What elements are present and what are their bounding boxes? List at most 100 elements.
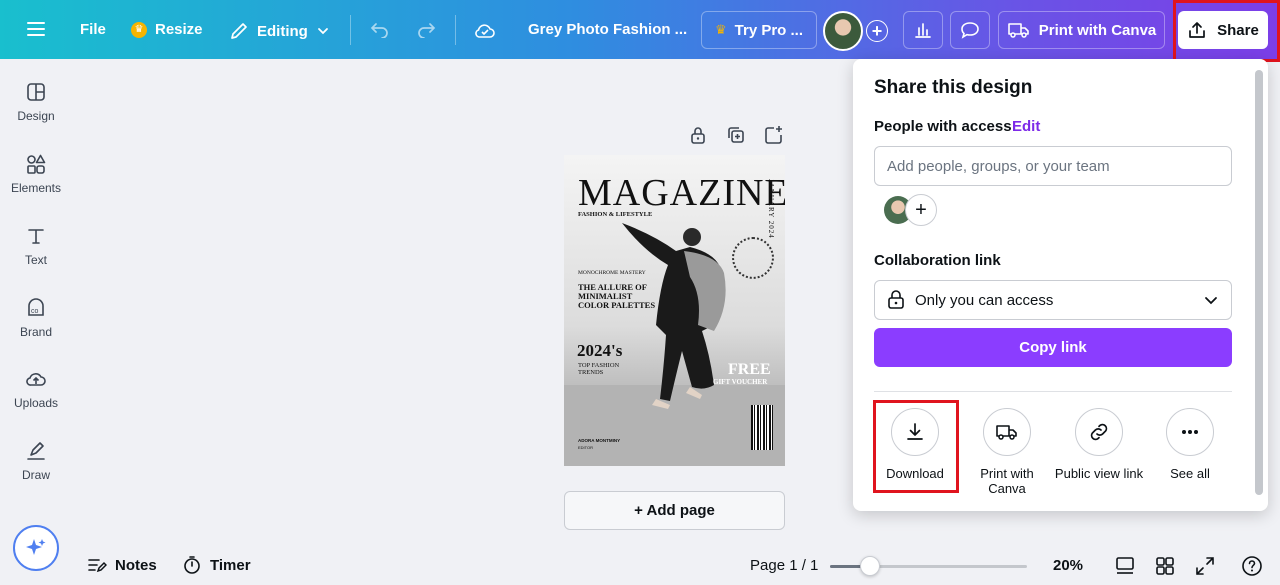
resize-label: Resize <box>155 21 203 38</box>
bar-chart-icon <box>915 23 931 38</box>
elements-icon <box>27 154 46 174</box>
menu-button[interactable] <box>26 20 46 38</box>
resize-button[interactable]: ♛ Resize <box>131 21 203 38</box>
sparkle-icon <box>26 539 46 555</box>
page-counter[interactable]: Page 1 / 1 <box>750 557 818 574</box>
try-pro-button[interactable]: ♛ Try Pro ... <box>701 11 817 49</box>
chevron-down-icon <box>1205 297 1217 305</box>
sidebar-item-uploads[interactable]: Uploads <box>0 368 72 410</box>
add-page-label: + Add page <box>634 502 715 519</box>
magazine-kicker: MONOCHROME MASTERY <box>578 270 646 276</box>
timer-button[interactable]: Timer <box>182 555 251 575</box>
notes-button[interactable]: Notes <box>87 555 157 575</box>
add-people-input[interactable] <box>874 146 1232 186</box>
file-label: File <box>80 21 106 38</box>
toolbar-divider <box>455 15 456 45</box>
uploads-icon <box>26 373 46 386</box>
cloud-save-status[interactable] <box>473 20 497 40</box>
editor-name: ADORA MONTMINY <box>578 438 621 443</box>
more-icon <box>1182 430 1198 434</box>
truck-icon <box>996 425 1017 440</box>
link-icon <box>1090 423 1108 441</box>
try-pro-label: Try Pro ... <box>734 21 803 39</box>
zoom-level[interactable]: 20% <box>1053 557 1083 574</box>
top-toolbar: File ♛ Resize Editing Grey Photo Fashion… <box>0 0 1280 59</box>
collection-ring <box>732 237 774 279</box>
magazine-date: JANUARY 2024 <box>767 179 775 239</box>
lock-icon[interactable] <box>688 125 708 145</box>
crown-icon: ♛ <box>714 22 727 37</box>
print-with-canva-button[interactable]: Print with Canva <box>998 11 1165 49</box>
cloud-check-icon <box>475 24 495 38</box>
plus-icon: + <box>866 20 888 42</box>
download-highlight-box <box>873 400 959 493</box>
option-label: Print with Canva <box>980 466 1034 496</box>
sidebar-item-design[interactable]: Design <box>0 81 72 123</box>
collaboration-link-label: Collaboration link <box>874 252 1001 269</box>
comments-button[interactable] <box>950 11 990 49</box>
hamburger-icon <box>27 22 45 36</box>
duplicate-page-icon[interactable] <box>726 125 746 145</box>
left-sidebar: Design Elements Text co Brand Uploads Dr… <box>0 59 72 585</box>
sidebar-label: Brand <box>19 325 53 339</box>
timer-label: Timer <box>210 556 251 574</box>
magic-assistant-button[interactable] <box>13 525 59 571</box>
add-collaborator-button[interactable]: + <box>905 194 937 226</box>
design-icon <box>27 83 45 101</box>
share-option-public-link[interactable]: Public view link <box>1053 408 1145 481</box>
magazine-title: MAGAZINE <box>578 172 785 214</box>
lock-icon <box>888 290 904 309</box>
magazine-free-sub: GIFT VOUCHER <box>713 378 768 386</box>
add-page-icon[interactable] <box>764 125 784 145</box>
option-label: See all <box>1170 466 1210 481</box>
sidebar-label: Uploads <box>13 396 59 410</box>
chevron-down-icon <box>317 28 328 35</box>
copy-link-label: Copy link <box>1019 339 1087 356</box>
copy-link-button[interactable]: Copy link <box>874 328 1232 367</box>
access-level-value: Only you can access <box>915 291 1054 309</box>
help-icon[interactable] <box>1241 555 1263 577</box>
user-avatar[interactable] <box>823 11 863 51</box>
public-link-option-circle[interactable] <box>1075 408 1123 456</box>
sidebar-item-brand[interactable]: co Brand <box>0 297 72 339</box>
invite-button[interactable]: + <box>866 20 888 42</box>
editing-mode-button[interactable]: Editing <box>229 21 330 41</box>
undo-button[interactable] <box>370 20 390 38</box>
insights-button[interactable] <box>903 11 943 49</box>
see-all-option-circle[interactable] <box>1166 408 1214 456</box>
file-menu[interactable]: File <box>80 21 106 38</box>
zoom-slider-thumb[interactable] <box>860 556 880 576</box>
magazine-headline: THE ALLURE OF MINIMALIST COLOR PALETTES <box>578 282 656 310</box>
magazine-year-sub: TOP FASHION TRENDS <box>578 362 620 376</box>
pencil-icon <box>231 23 247 39</box>
access-level-dropdown[interactable]: Only you can access <box>874 280 1232 320</box>
share-panel-title: Share this design <box>874 77 1033 98</box>
fullscreen-icon[interactable] <box>1194 555 1216 577</box>
sidebar-item-elements[interactable]: Elements <box>0 153 72 195</box>
magazine-free: FREE <box>728 361 771 378</box>
timer-icon <box>184 556 200 574</box>
plus-icon: + <box>915 198 927 221</box>
share-option-print[interactable]: Print with Canva <box>961 408 1053 496</box>
panel-scrollbar-thumb[interactable] <box>1255 70 1263 495</box>
sidebar-item-text[interactable]: Text <box>0 225 72 267</box>
redo-button[interactable] <box>416 20 436 38</box>
notes-label: Notes <box>115 556 157 574</box>
option-label: Public view link <box>1054 466 1144 481</box>
design-page[interactable]: MAGAZINE FASHION & LIFESTYLE JANUARY 202… <box>564 155 785 466</box>
print-option-circle[interactable] <box>983 408 1031 456</box>
grid-view-icon[interactable] <box>1154 555 1176 577</box>
magazine-year: 2024's <box>577 341 623 360</box>
page-view-icon[interactable] <box>1114 555 1136 577</box>
sidebar-label: Draw <box>21 468 50 482</box>
edit-access-link[interactable]: Edit <box>1012 118 1040 135</box>
crown-icon: ♛ <box>131 21 147 38</box>
text-icon <box>28 229 44 244</box>
sidebar-item-draw[interactable]: Draw <box>0 440 72 482</box>
add-page-button[interactable]: + Add page <box>564 491 785 530</box>
document-title[interactable]: Grey Photo Fashion ... <box>528 21 687 38</box>
share-option-see-all[interactable]: See all <box>1144 408 1236 481</box>
truck-icon <box>1007 23 1029 38</box>
barcode <box>751 405 773 450</box>
notes-icon <box>88 559 107 573</box>
